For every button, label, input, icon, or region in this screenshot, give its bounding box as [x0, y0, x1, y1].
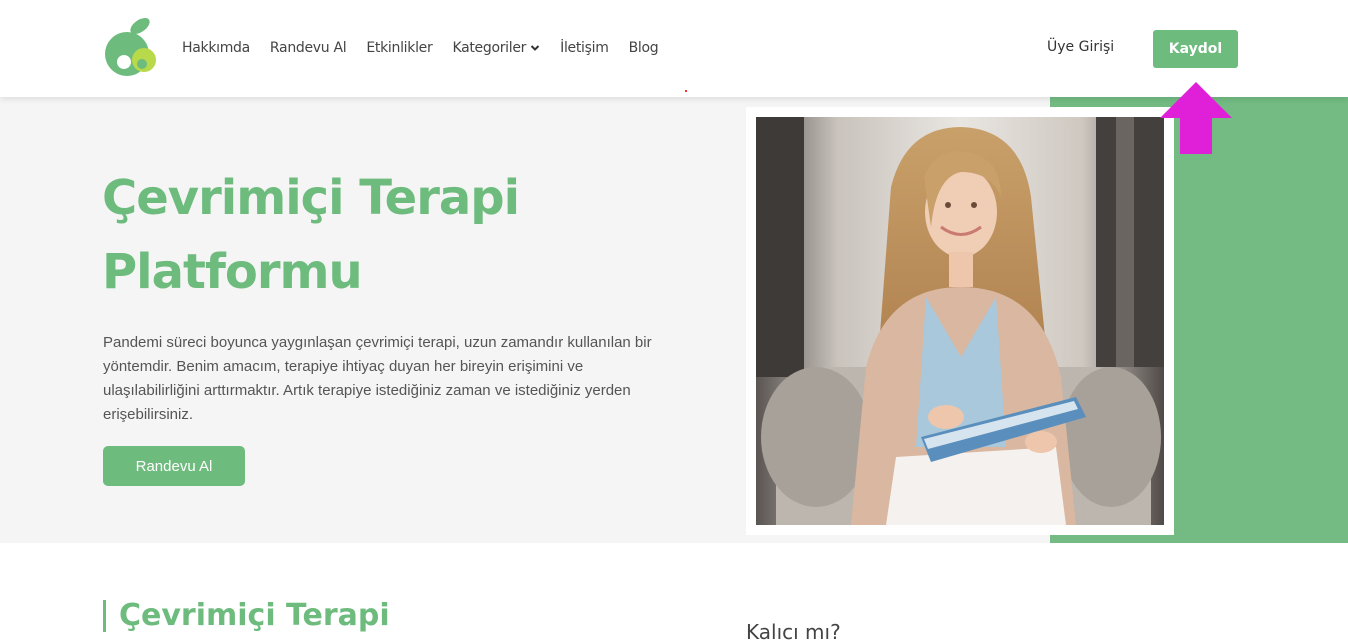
nav-item-kategoriler-label: Kategoriler — [452, 40, 527, 56]
stray-dot — [685, 90, 687, 92]
main-nav: Hakkımda Randevu Al Etkinlikler Kategori… — [182, 40, 678, 56]
hero-title: Çevrimiçi Terapi Platformu — [102, 170, 520, 300]
hero-photo-frame — [746, 107, 1174, 535]
nav-item-iletisim[interactable]: İletişim — [560, 40, 609, 56]
site-header: Hakkımda Randevu Al Etkinlikler Kategori… — [0, 0, 1348, 97]
hero-section: Çevrimiçi Terapi Platformu Pandemi sürec… — [0, 97, 1348, 543]
section-title: Çevrimiçi Terapi — [103, 598, 390, 633]
nav-item-hakkimda[interactable]: Hakkımda — [182, 40, 250, 56]
hero-appointment-button[interactable]: Randevu Al — [103, 446, 245, 486]
nav-item-randevu-al[interactable]: Randevu Al — [270, 40, 347, 56]
section-side-title: Kalıcı mı? — [746, 620, 841, 644]
section-title-text: Çevrimiçi Terapi — [119, 598, 390, 633]
nav-item-blog[interactable]: Blog — [629, 40, 659, 56]
chevron-down-icon — [530, 45, 540, 51]
nav-item-kategoriler[interactable]: Kategoriler — [452, 40, 540, 56]
nav-item-etkinlikler[interactable]: Etkinlikler — [366, 40, 432, 56]
login-link[interactable]: Üye Girişi — [1047, 39, 1114, 55]
hero-description: Pandemi süreci boyunca yaygınlaşan çevri… — [103, 334, 652, 423]
signup-button[interactable]: Kaydol — [1153, 30, 1238, 68]
therapist-photo — [756, 117, 1164, 525]
arrow-up-icon — [1160, 82, 1232, 154]
site-logo[interactable] — [102, 16, 160, 78]
